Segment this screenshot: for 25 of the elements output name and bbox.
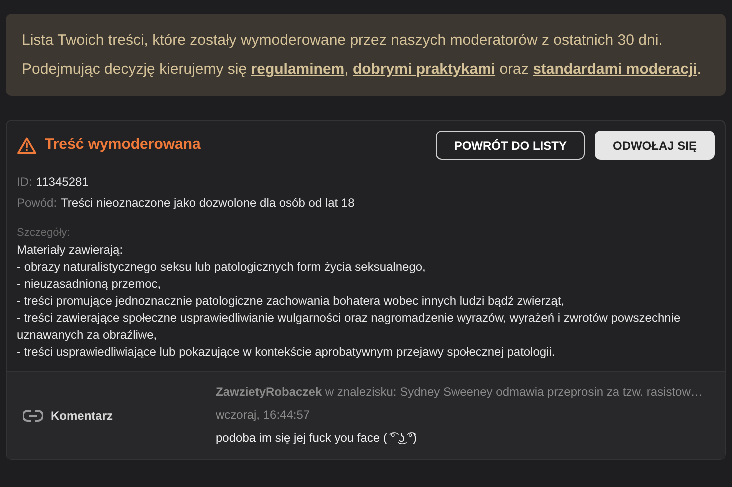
policy-link[interactable]: regulaminem	[251, 61, 345, 78]
details-label: Szczegóły:	[17, 226, 72, 241]
details-line: - treści usprawiedliwiające lub pokazujące w kontekście aprobatywnym przejawy społecznej patologii.	[17, 344, 556, 361]
details-line: Materiały zawierają:	[17, 242, 124, 259]
comment-type-label: Komentarz	[51, 408, 114, 424]
back-button[interactable]: POWRÓT DO LISTY	[436, 131, 585, 160]
link-icon	[23, 410, 43, 422]
details-line: - nieuzasadnioną przemoc,	[17, 276, 162, 293]
policy-link[interactable]: dobrymi praktykami	[352, 61, 496, 78]
comment-time: wczoraj, 16:44:57	[216, 407, 312, 424]
notice-text: Podejmując decyzję kierujemy się regulaminem, dobrymi praktykami oraz standardami moderacji.	[22, 60, 702, 80]
field-label: ID:	[17, 174, 32, 191]
details-line: - obrazy naturalistycznego seksu lub patologicznych form życia seksualnego,	[17, 259, 427, 276]
field-value: Treści nieoznaczone jako dozwolone dla osób od lat 18	[61, 195, 355, 212]
card-title: Treść wymoderowana	[45, 135, 201, 156]
warning-icon	[17, 136, 37, 154]
comment-text: podoba im się jej fuck you face ( ͡° ͜ʖ ͡°)	[216, 430, 418, 447]
policy-link[interactable]: standardami moderacji	[533, 61, 698, 78]
notice-text: Lista Twoich treści, które zostały wymoderowane przez naszych moderatorów z ostatnich 30 dni.	[22, 31, 664, 51]
comment-source: ZawzietyRobaczek w znalezisku: Sydney Sweeney odmawia przeprosin za tzw. rasistow…	[216, 384, 703, 401]
appeal-button[interactable]: ODWOŁAJ SIĘ	[594, 131, 715, 160]
details-line: - treści zawierające społeczne usprawiedliwianie wulgarności oraz nagromadzenie wyrazów, wyrażeń i zwrotów powszechnie uznawanych za obraźliwe,	[17, 310, 682, 344]
details-line: - treści promujące jednoznacznie patologiczne zachowania bohatera wobec innych ludzi bądź zwierząt,	[17, 293, 566, 310]
field-value: 11345281	[36, 174, 89, 191]
field-label: Powód:	[17, 195, 58, 212]
